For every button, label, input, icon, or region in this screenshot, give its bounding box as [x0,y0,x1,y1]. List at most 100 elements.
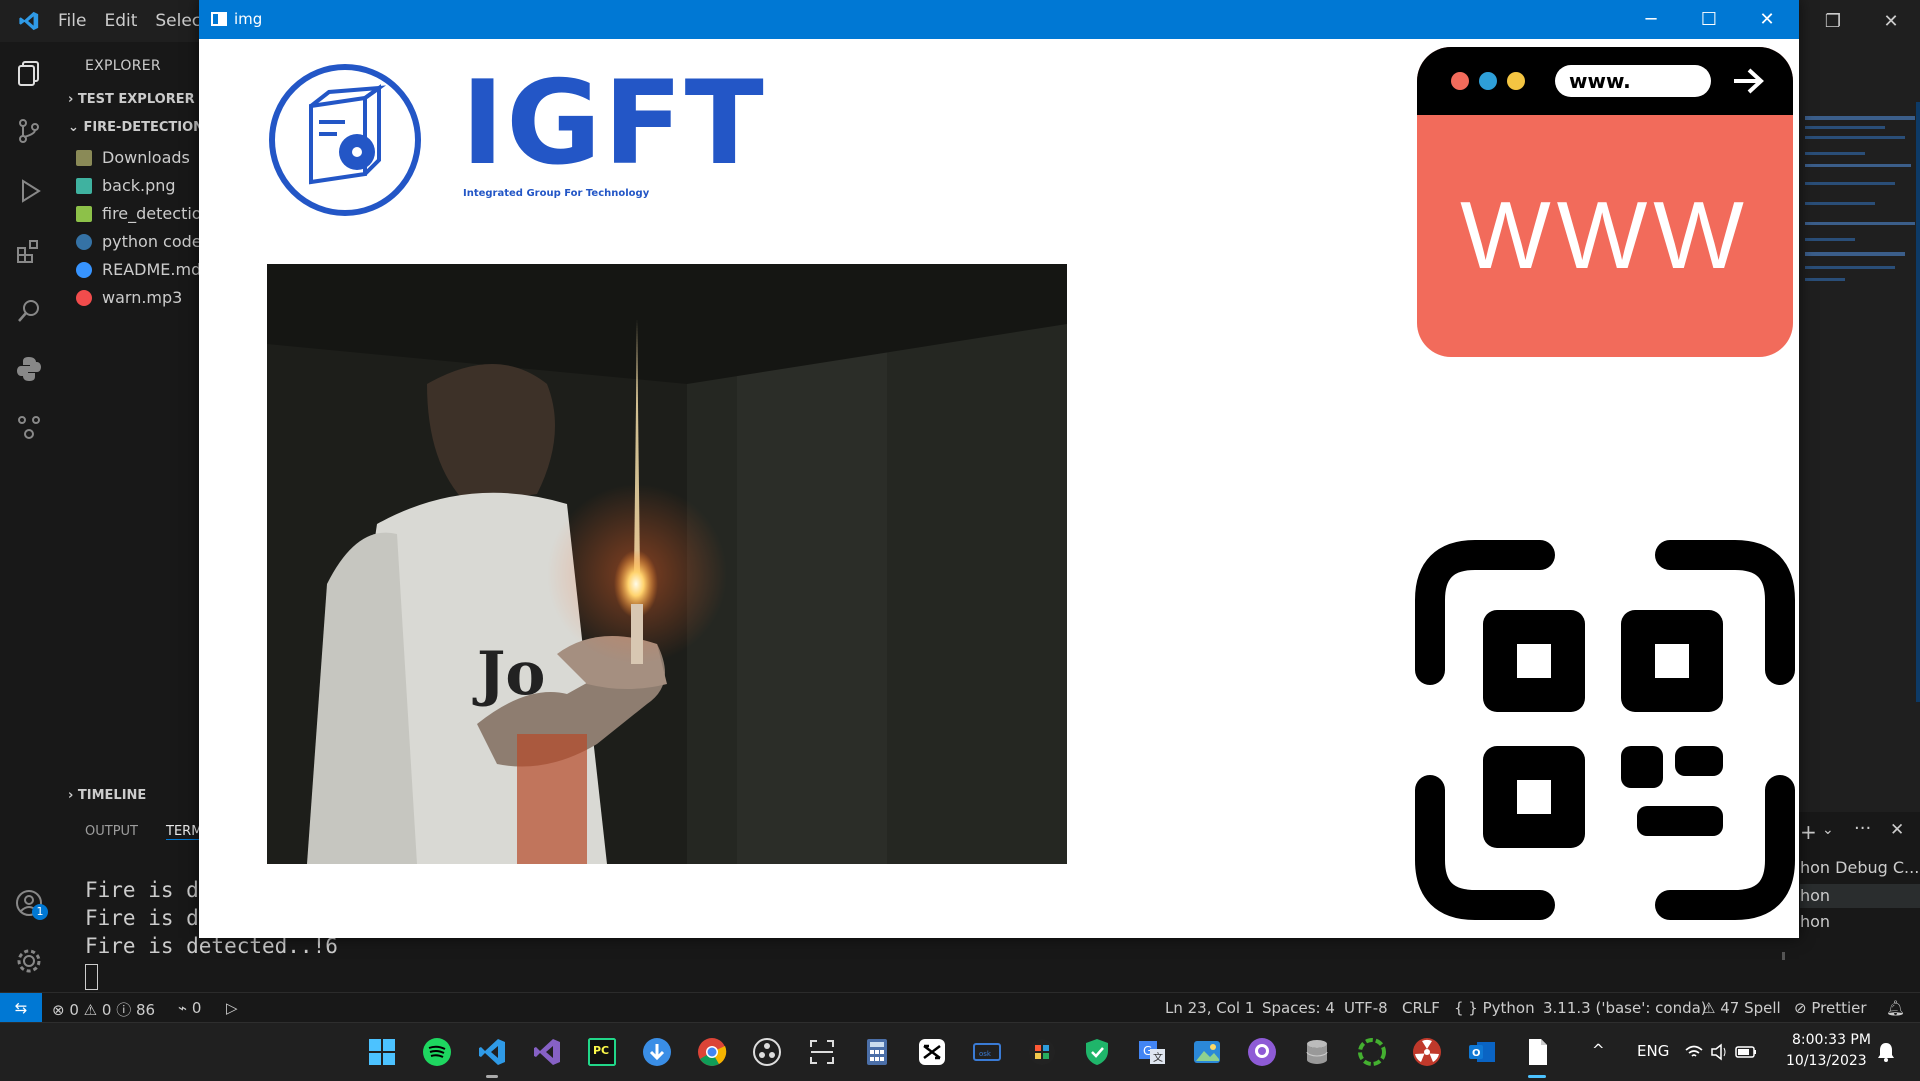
minimize-button[interactable]: ─ [1622,0,1680,39]
chevron-down-icon: ⌄ [68,120,79,135]
image-window-titlebar[interactable]: img ─ ☐ ✕ [199,0,1799,39]
document-icon[interactable] [1522,1037,1552,1067]
tab-output[interactable]: OUTPUT [85,824,138,839]
encoding-setting[interactable]: UTF-8 [1344,999,1388,1017]
multi-color-app-icon[interactable] [1027,1037,1057,1067]
download-manager-icon[interactable] [642,1037,672,1067]
visual-studio-icon[interactable] [532,1037,562,1067]
chrome-icon[interactable] [697,1037,727,1067]
webcam-frame-image: Jo [267,264,1067,864]
database-icon[interactable] [1302,1037,1332,1067]
virtual-keyboard-icon[interactable]: osk [972,1037,1002,1067]
svg-text:Jo: Jo [472,639,545,709]
vscode-restore-button[interactable]: ❐ [1804,11,1862,32]
yellow-dot-icon [1507,72,1525,90]
more-actions-icon[interactable]: ··· [1854,818,1871,839]
notifications-bell-icon[interactable]: 🔔︎ [1886,999,1905,1017]
new-terminal-plus-icon[interactable]: + [1800,820,1817,844]
windows-taskbar: PC osk G文 O ^ ENG 8:00:33 PM 10/13/2023 [0,1022,1920,1081]
tab-terminal[interactable]: TERM [166,824,203,840]
file-item-fire-detection[interactable]: fire_detection [76,204,200,223]
spell-check-indicator[interactable]: ⚠ 47 Spell [1702,999,1781,1017]
image-window[interactable]: img ─ ☐ ✕ IGFT Integrated Group For Tech… [199,0,1799,938]
file-item-python-code[interactable]: python code [76,232,200,251]
pycharm-icon[interactable]: PC [587,1037,617,1067]
terminal-session-item[interactable]: hon [1800,912,1830,931]
windows-start-icon[interactable] [367,1037,397,1067]
obs-icon[interactable] [752,1037,782,1067]
qr-code-scan-icon [1415,540,1795,920]
file-item-downloads[interactable]: Downloads [76,148,190,167]
terminal-line: Fire is d [85,878,199,902]
extensions-icon[interactable] [14,236,44,266]
notification-bell-icon[interactable] [1876,1041,1896,1063]
timeline-section[interactable]: › TIMELINE [68,788,146,803]
language-mode[interactable]: { } Python [1454,999,1535,1017]
chevron-right-icon: › [68,92,74,107]
anaconda-icon[interactable] [1357,1037,1387,1067]
capcut-icon[interactable] [917,1037,947,1067]
igft-logo-tagline: Integrated Group For Technology [463,188,650,199]
run-debug-icon[interactable] [14,176,44,206]
maximize-button[interactable]: ☐ [1680,0,1738,39]
source-control-icon[interactable] [14,116,44,146]
clock-time[interactable]: 8:00:33 PM [1792,1032,1871,1048]
python-interpreter[interactable]: 3.11.3 ('base': conda) [1543,999,1707,1017]
system-tray-icons[interactable] [1684,1041,1764,1063]
folder-download-icon [76,149,92,166]
url-field: www. [1555,65,1711,97]
debug-launch-icon[interactable]: ▷ [226,999,238,1017]
translator-icon[interactable]: G文 [1137,1037,1167,1067]
spotify-icon[interactable] [422,1037,452,1067]
project-folder-section[interactable]: ⌄ FIRE-DETECTION- [68,120,200,135]
window-app-icon [211,12,227,26]
info-file-icon [76,261,92,278]
close-panel-icon[interactable]: ✕ [1890,820,1904,840]
terminal-cursor [85,964,98,990]
terminal-line: Fire is d [85,906,199,930]
close-button[interactable]: ✕ [1738,0,1796,39]
file-item-readme[interactable]: README.md [76,260,200,279]
svg-text:文: 文 [1153,1051,1163,1064]
test-explorer-section[interactable]: › TEST EXPLORER [68,92,195,107]
show-hidden-icons-chevron-icon[interactable]: ^ [1592,1041,1605,1059]
file-item-back-png[interactable]: back.png [76,176,176,195]
settings-gear-icon[interactable] [14,946,44,976]
snipping-tool-icon[interactable] [807,1037,837,1067]
github-icon[interactable] [1247,1037,1277,1067]
indentation-setting[interactable]: Spaces: 4 [1262,999,1335,1017]
python-icon[interactable] [14,354,44,384]
vscode-close-button[interactable]: ✕ [1862,11,1920,32]
remote-indicator-icon[interactable]: ⇆ [0,993,42,1023]
remote-explorer-icon[interactable] [14,412,44,442]
menu-edit[interactable]: Edit [104,11,137,31]
file-item-warn-mp3[interactable]: warn.mp3 [76,288,182,307]
www-big-text: WWW [1460,182,1750,289]
menu-file[interactable]: File [58,11,86,31]
input-language-indicator[interactable]: ENG [1637,1042,1669,1060]
status-bar: ⇆ ⊗ 0 ⚠ 0 ⓘ 86 ⌁ 0 ▷ Ln 23, Col 1 Spaces… [0,992,1920,1023]
terminal-session-item[interactable]: hon Debug C... [1800,858,1919,877]
audio-file-icon [76,289,92,306]
accounts-badge: 1 [32,904,48,920]
terminal-session-item[interactable]: hon [1800,886,1830,905]
eol-setting[interactable]: CRLF [1402,999,1440,1017]
ports-indicator[interactable]: ⌁ 0 [178,999,201,1017]
clock-date[interactable]: 10/13/2023 [1786,1053,1867,1069]
terminal-dropdown-chevron-icon[interactable]: ⌄ [1822,822,1834,838]
security-shield-icon[interactable] [1082,1037,1112,1067]
blue-dot-icon [1479,72,1497,90]
radiation-app-icon[interactable] [1412,1037,1442,1067]
cursor-position[interactable]: Ln 23, Col 1 [1165,999,1254,1017]
calculator-icon[interactable] [862,1037,892,1067]
search-icon[interactable] [14,296,44,326]
problems-indicator[interactable]: ⊗ 0 ⚠ 0 ⓘ 86 [52,999,155,1020]
explorer-icon[interactable] [14,58,44,88]
igft-logo-emblem [269,64,421,216]
red-dot-icon [1451,72,1469,90]
prettier-indicator[interactable]: ⊘ Prettier [1794,999,1867,1017]
vscode-taskbar-icon[interactable] [477,1037,507,1067]
www-browser-card: www. WWW [1417,47,1793,357]
outlook-icon[interactable]: O [1467,1037,1497,1067]
photos-icon[interactable] [1192,1037,1222,1067]
